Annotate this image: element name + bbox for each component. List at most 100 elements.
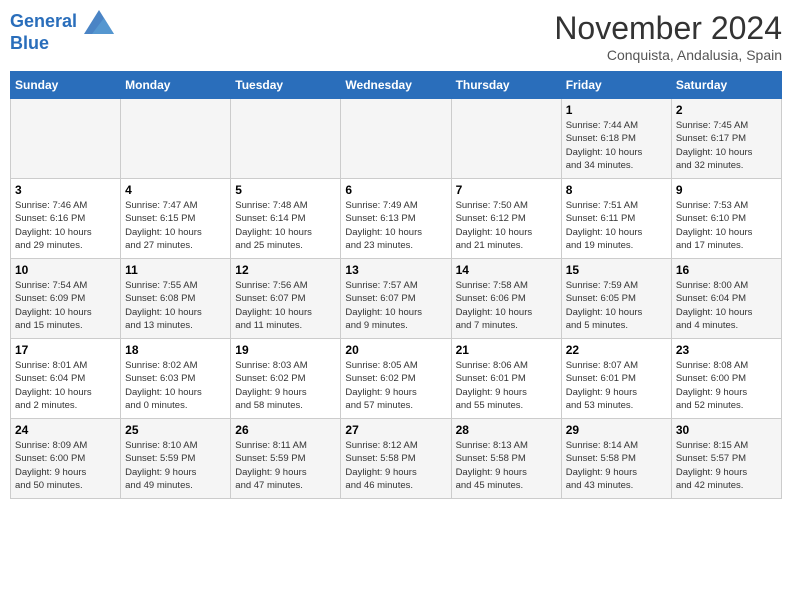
day-info: Sunrise: 8:03 AM Sunset: 6:02 PM Dayligh… [235,359,336,412]
calendar-cell: 5 Sunrise: 7:48 AM Sunset: 6:14 PM Daylig… [231,179,341,259]
calendar-cell: 6 Sunrise: 7:49 AM Sunset: 6:13 PM Daylig… [341,179,451,259]
day-number: 17 [15,343,116,357]
day-number: 6 [345,183,446,197]
day-info: Sunrise: 8:10 AM Sunset: 5:59 PM Dayligh… [125,439,226,492]
logo-text: General Blue [10,10,116,54]
day-info: Sunrise: 7:46 AM Sunset: 6:16 PM Dayligh… [15,199,116,252]
week-row-0: 1 Sunrise: 7:44 AM Sunset: 6:18 PM Daylig… [11,99,782,179]
title-block: November 2024 Conquista, Andalusia, Spai… [554,10,782,63]
day-info: Sunrise: 8:05 AM Sunset: 6:02 PM Dayligh… [345,359,446,412]
header-friday: Friday [561,72,671,99]
day-info: Sunrise: 8:00 AM Sunset: 6:04 PM Dayligh… [676,279,777,332]
calendar-cell: 2 Sunrise: 7:45 AM Sunset: 6:17 PM Daylig… [671,99,781,179]
week-row-3: 17Sunrise: 8:01 AM Sunset: 6:04 PM Dayli… [11,339,782,419]
header-tuesday: Tuesday [231,72,341,99]
day-info: Sunrise: 7:57 AM Sunset: 6:07 PM Dayligh… [345,279,446,332]
day-number: 23 [676,343,777,357]
day-info: Sunrise: 7:51 AM Sunset: 6:11 PM Dayligh… [566,199,667,252]
day-number: 9 [676,183,777,197]
calendar-cell: 3 Sunrise: 7:46 AM Sunset: 6:16 PM Daylig… [11,179,121,259]
day-info: Sunrise: 7:45 AM Sunset: 6:17 PM Dayligh… [676,119,777,172]
day-info: Sunrise: 8:14 AM Sunset: 5:58 PM Dayligh… [566,439,667,492]
day-number: 14 [456,263,557,277]
day-number: 1 [566,103,667,117]
day-number: 26 [235,423,336,437]
header-sunday: Sunday [11,72,121,99]
day-number: 29 [566,423,667,437]
week-row-1: 3 Sunrise: 7:46 AM Sunset: 6:16 PM Daylig… [11,179,782,259]
week-row-2: 10 Sunrise: 7:54 AM Sunset: 6:09 PM Dayli… [11,259,782,339]
header-row: SundayMondayTuesdayWednesdayThursdayFrid… [11,72,782,99]
header-wednesday: Wednesday [341,72,451,99]
calendar-cell: 9Sunrise: 7:53 AM Sunset: 6:10 PM Daylig… [671,179,781,259]
calendar-cell [121,99,231,179]
calendar-cell: 26 Sunrise: 8:11 AM Sunset: 5:59 PM Dayli… [231,419,341,499]
day-info: Sunrise: 8:15 AM Sunset: 5:57 PM Dayligh… [676,439,777,492]
day-number: 7 [456,183,557,197]
header-monday: Monday [121,72,231,99]
day-info: Sunrise: 8:09 AM Sunset: 6:00 PM Dayligh… [15,439,116,492]
day-info: Sunrise: 7:58 AM Sunset: 6:06 PM Dayligh… [456,279,557,332]
calendar-cell: 15 Sunrise: 7:59 AM Sunset: 6:05 PM Dayli… [561,259,671,339]
day-number: 20 [345,343,446,357]
calendar-cell: 22 Sunrise: 8:07 AM Sunset: 6:01 PM Dayli… [561,339,671,419]
day-info: Sunrise: 7:54 AM Sunset: 6:09 PM Dayligh… [15,279,116,332]
calendar-cell: 4Sunrise: 7:47 AM Sunset: 6:15 PM Daylig… [121,179,231,259]
day-info: Sunrise: 8:02 AM Sunset: 6:03 PM Dayligh… [125,359,226,412]
day-number: 22 [566,343,667,357]
day-info: Sunrise: 7:44 AM Sunset: 6:18 PM Dayligh… [566,119,667,172]
day-number: 16 [676,263,777,277]
calendar-cell: 30 Sunrise: 8:15 AM Sunset: 5:57 PM Dayli… [671,419,781,499]
day-number: 30 [676,423,777,437]
day-number: 2 [676,103,777,117]
calendar-cell: 24Sunrise: 8:09 AM Sunset: 6:00 PM Dayli… [11,419,121,499]
calendar-cell: 27 Sunrise: 8:12 AM Sunset: 5:58 PM Dayli… [341,419,451,499]
calendar-cell: 25Sunrise: 8:10 AM Sunset: 5:59 PM Dayli… [121,419,231,499]
calendar-cell [341,99,451,179]
day-info: Sunrise: 7:48 AM Sunset: 6:14 PM Dayligh… [235,199,336,252]
day-info: Sunrise: 8:07 AM Sunset: 6:01 PM Dayligh… [566,359,667,412]
logo-line1: General [10,11,77,31]
day-number: 15 [566,263,667,277]
day-number: 12 [235,263,336,277]
day-number: 27 [345,423,446,437]
calendar-cell: 1 Sunrise: 7:44 AM Sunset: 6:18 PM Daylig… [561,99,671,179]
day-number: 10 [15,263,116,277]
calendar-cell: 17Sunrise: 8:01 AM Sunset: 6:04 PM Dayli… [11,339,121,419]
calendar-cell: 28Sunrise: 8:13 AM Sunset: 5:58 PM Dayli… [451,419,561,499]
calendar-cell: 11Sunrise: 7:55 AM Sunset: 6:08 PM Dayli… [121,259,231,339]
day-info: Sunrise: 8:11 AM Sunset: 5:59 PM Dayligh… [235,439,336,492]
calendar-cell: 21Sunrise: 8:06 AM Sunset: 6:01 PM Dayli… [451,339,561,419]
header-thursday: Thursday [451,72,561,99]
day-number: 8 [566,183,667,197]
calendar-cell: 12Sunrise: 7:56 AM Sunset: 6:07 PM Dayli… [231,259,341,339]
day-number: 3 [15,183,116,197]
day-number: 5 [235,183,336,197]
day-info: Sunrise: 7:49 AM Sunset: 6:13 PM Dayligh… [345,199,446,252]
calendar-cell [11,99,121,179]
day-number: 21 [456,343,557,357]
day-info: Sunrise: 8:08 AM Sunset: 6:00 PM Dayligh… [676,359,777,412]
day-number: 13 [345,263,446,277]
page-header: General Blue November 2024 Conquista, An… [10,10,782,63]
week-row-4: 24Sunrise: 8:09 AM Sunset: 6:00 PM Dayli… [11,419,782,499]
calendar-body: 1 Sunrise: 7:44 AM Sunset: 6:18 PM Daylig… [11,99,782,499]
header-saturday: Saturday [671,72,781,99]
day-number: 11 [125,263,226,277]
logo-icon [84,10,114,34]
day-info: Sunrise: 8:12 AM Sunset: 5:58 PM Dayligh… [345,439,446,492]
calendar-cell: 8 Sunrise: 7:51 AM Sunset: 6:11 PM Daylig… [561,179,671,259]
calendar-cell: 7Sunrise: 7:50 AM Sunset: 6:12 PM Daylig… [451,179,561,259]
location-subtitle: Conquista, Andalusia, Spain [554,47,782,63]
day-info: Sunrise: 8:13 AM Sunset: 5:58 PM Dayligh… [456,439,557,492]
month-title: November 2024 [554,10,782,47]
calendar-cell [231,99,341,179]
calendar-cell: 19Sunrise: 8:03 AM Sunset: 6:02 PM Dayli… [231,339,341,419]
day-info: Sunrise: 7:59 AM Sunset: 6:05 PM Dayligh… [566,279,667,332]
calendar-cell: 14 Sunrise: 7:58 AM Sunset: 6:06 PM Dayli… [451,259,561,339]
calendar-cell: 20 Sunrise: 8:05 AM Sunset: 6:02 PM Dayli… [341,339,451,419]
calendar-cell: 29 Sunrise: 8:14 AM Sunset: 5:58 PM Dayli… [561,419,671,499]
logo-line2: Blue [10,33,49,53]
calendar-cell: 10 Sunrise: 7:54 AM Sunset: 6:09 PM Dayli… [11,259,121,339]
calendar-cell: 23 Sunrise: 8:08 AM Sunset: 6:00 PM Dayli… [671,339,781,419]
